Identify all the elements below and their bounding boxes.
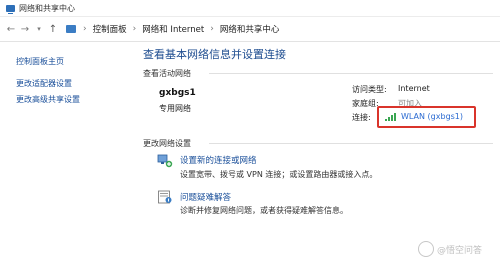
breadcrumb-separator-icon[interactable]: › — [129, 24, 141, 34]
breadcrumb-control-panel[interactable]: 控制面板 — [91, 23, 129, 35]
back-arrow-icon[interactable]: ← — [4, 24, 18, 35]
wlan-connection-label: WLAN (gxbgs1) — [401, 112, 464, 121]
control-panel-icon — [66, 25, 76, 33]
breadcrumb-separator-icon[interactable]: › — [79, 24, 91, 34]
divider — [209, 143, 493, 144]
breadcrumb-network-center[interactable]: 网络和共享中心 — [218, 23, 282, 35]
title-bar: 网络和共享中心 — [0, 0, 500, 17]
main-content: 查看基本网络信息并设置连接 查看活动网络 gxbgs1 专用网络 访问类型: I… — [129, 42, 500, 263]
breadcrumb-network-internet[interactable]: 网络和 Internet — [140, 23, 206, 35]
window-title: 网络和共享中心 — [19, 3, 75, 13]
sidebar-item-control-panel-home[interactable]: 控制面板主页 — [16, 56, 64, 67]
sidebar-item-change-advanced-sharing[interactable]: 更改高级共享设置 — [16, 94, 80, 105]
change-settings-label: 更改网络设置 — [143, 139, 191, 148]
watermark-logo-icon — [417, 241, 434, 257]
network-name: gxbgs1 — [159, 88, 196, 98]
watermark-text: @悟空问答 — [436, 245, 482, 256]
sidebar-item-change-adapter-settings[interactable]: 更改适配器设置 — [16, 78, 72, 89]
access-type-value: Internet — [398, 84, 430, 93]
access-type-label: 访问类型: — [352, 85, 387, 94]
divider — [209, 73, 493, 74]
sidebar: 控制面板主页 更改适配器设置 更改高级共享设置 — [0, 42, 128, 263]
wifi-signal-icon — [385, 112, 397, 121]
network-type: 专用网络 — [159, 104, 191, 113]
troubleshoot-link[interactable]: 问题疑难解答 — [180, 191, 231, 203]
setup-new-connection-desc: 设置宽带、拨号或 VPN 连接；或设置路由器或接入点。 — [180, 170, 378, 179]
troubleshoot-desc: 诊断并修复网络问题，或者获得疑难解答信息。 — [180, 206, 348, 215]
connection-label: 连接: — [352, 113, 371, 122]
forward-arrow-icon[interactable]: → — [18, 24, 32, 35]
recent-dropdown-icon[interactable]: ▾ — [32, 25, 46, 33]
up-arrow-icon[interactable]: ↑ — [46, 24, 60, 35]
address-bar: ← → ▾ ↑ › 控制面板 › 网络和 Internet › 网络和共享中心 — [0, 17, 500, 42]
new-connection-icon — [157, 154, 173, 168]
troubleshoot-icon — [158, 190, 172, 204]
setup-new-connection-link[interactable]: 设置新的连接或网络 — [180, 154, 257, 166]
active-networks-label: 查看活动网络 — [143, 69, 191, 78]
homegroup-label: 家庭组: — [352, 99, 379, 108]
network-center-icon — [6, 4, 15, 14]
breadcrumb-separator-icon[interactable]: › — [206, 24, 218, 34]
page-title: 查看基本网络信息并设置连接 — [143, 48, 286, 61]
watermark: @悟空问答 — [417, 241, 482, 257]
wlan-connection-link[interactable]: WLAN (gxbgs1) — [385, 112, 463, 121]
